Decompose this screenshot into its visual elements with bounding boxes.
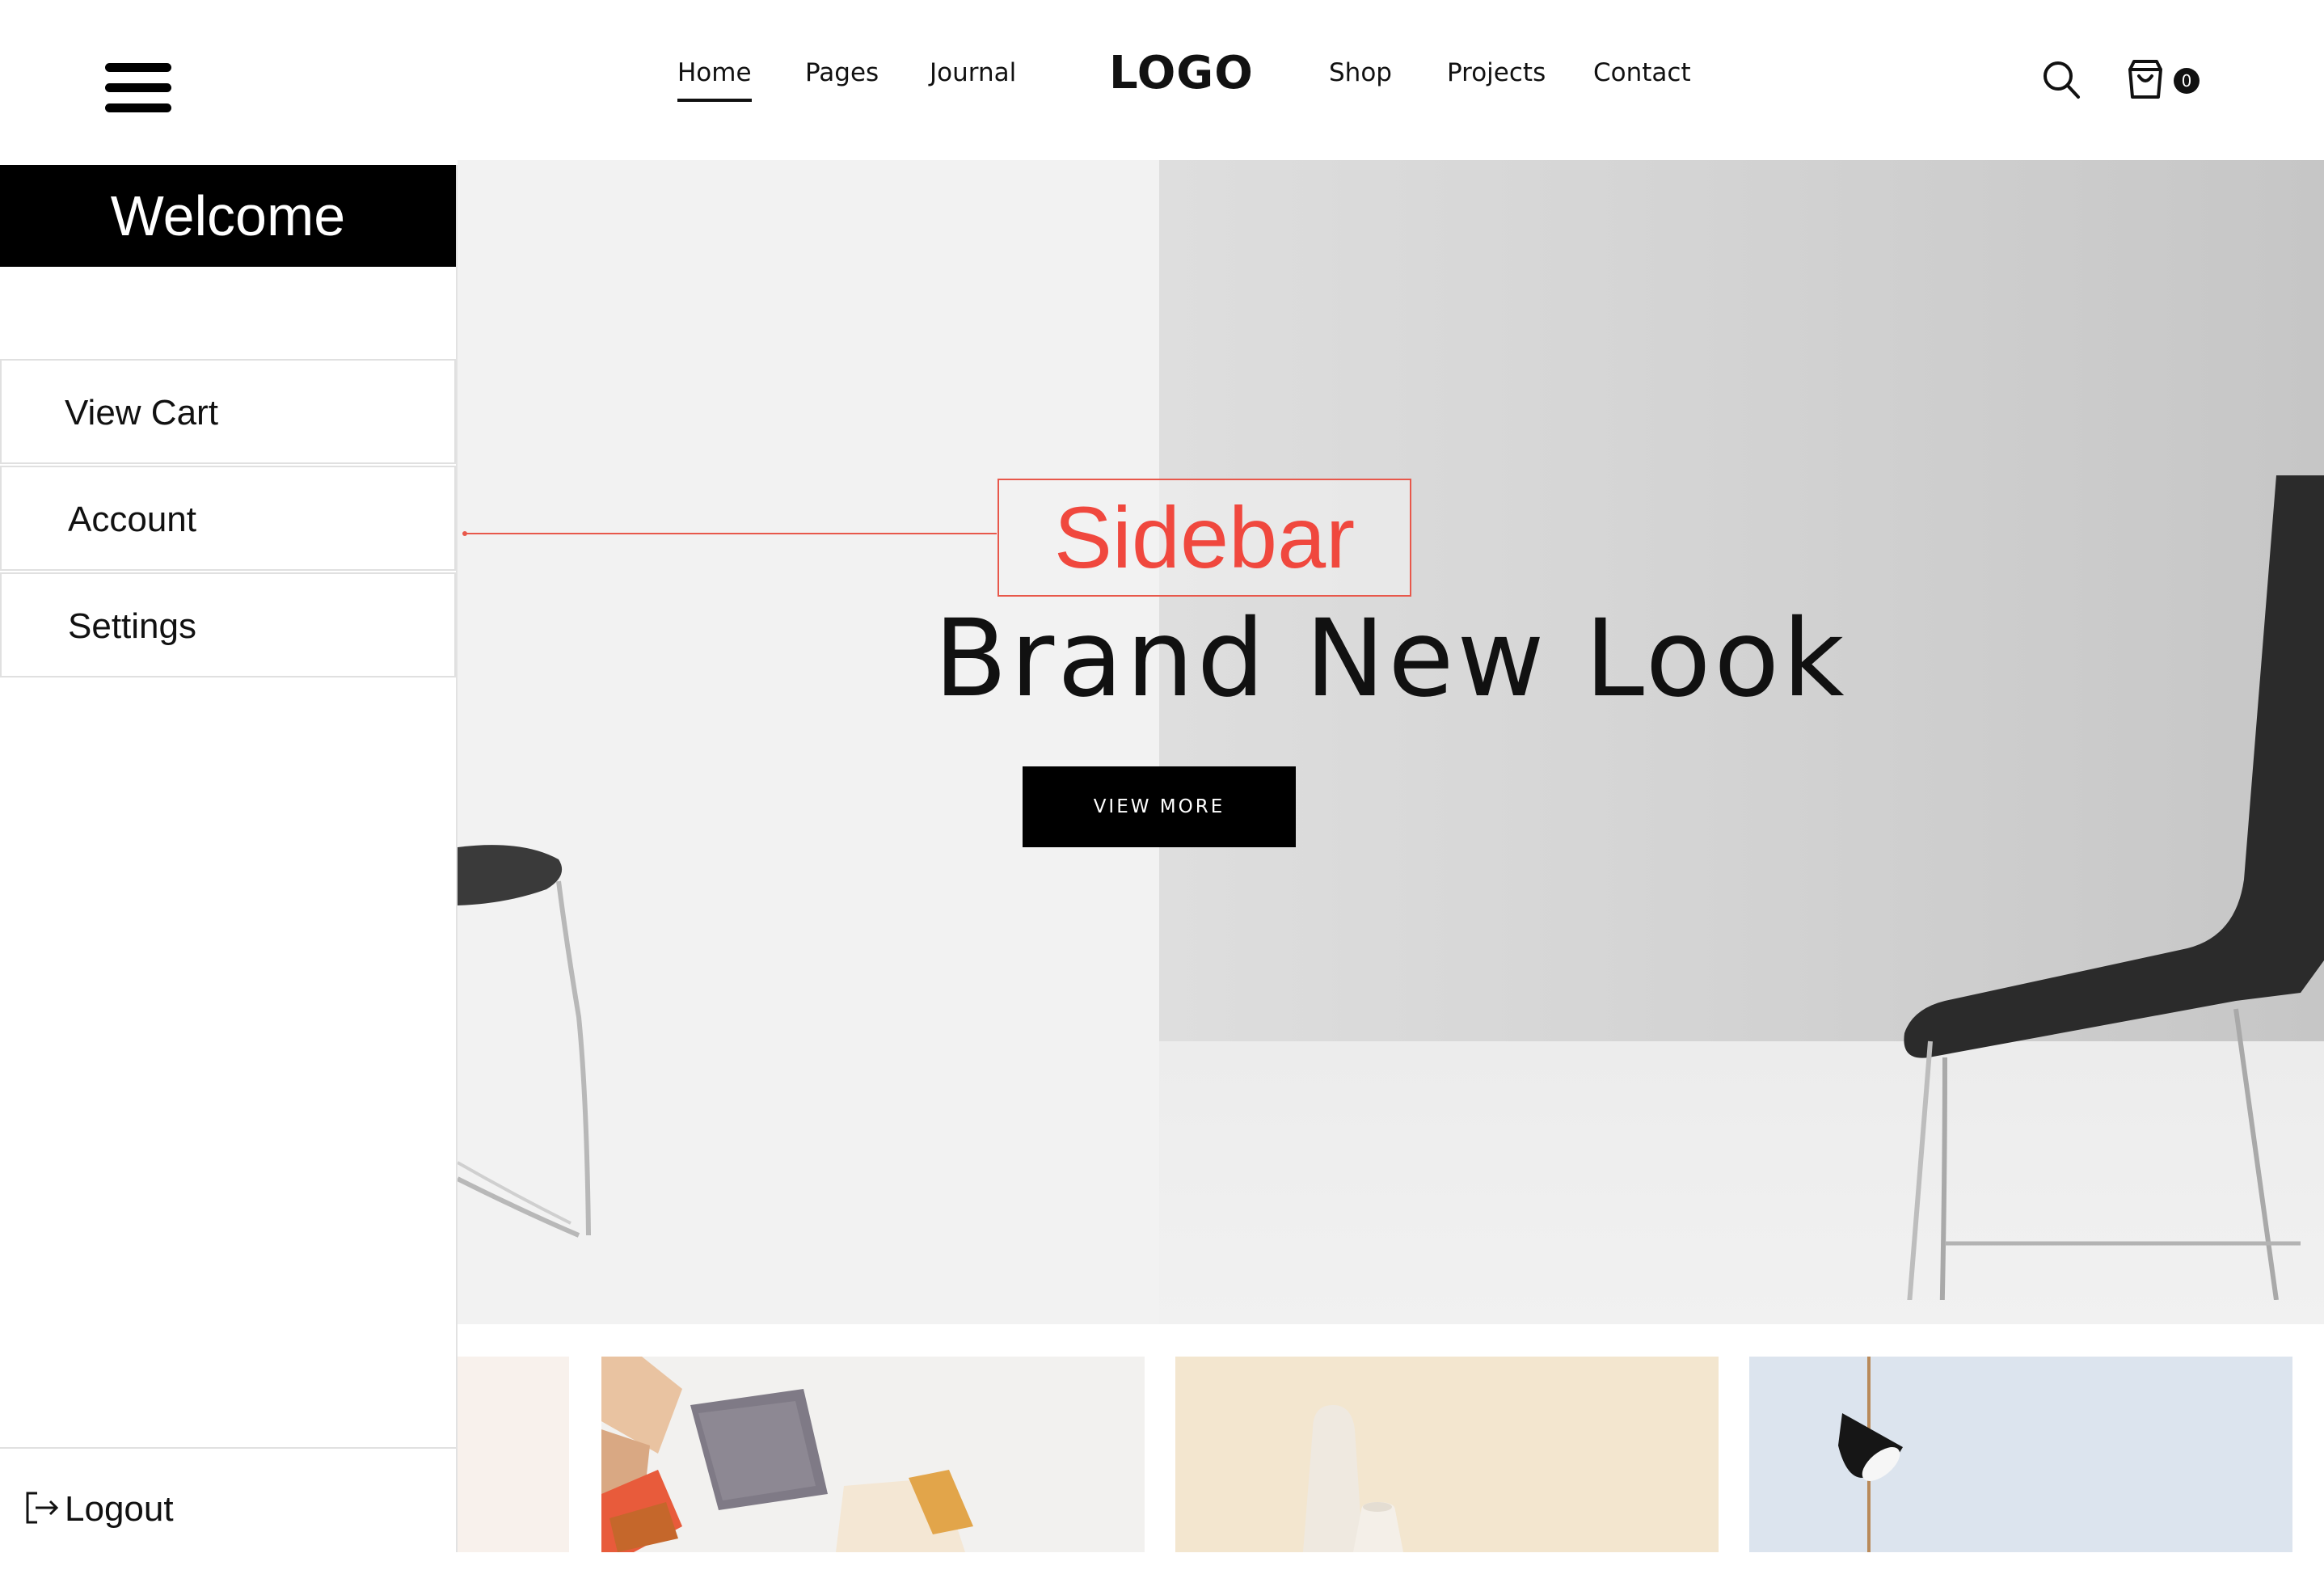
sidebar-item-label: View Cart (65, 393, 218, 433)
nav-projects[interactable]: Projects (1447, 58, 1546, 87)
shopping-bag-icon[interactable] (2126, 58, 2165, 104)
site-logo[interactable]: LOGO (1109, 47, 1254, 99)
search-icon[interactable] (2042, 60, 2081, 104)
lamp-image (1749, 1357, 2292, 1552)
product-card-partial[interactable] (458, 1357, 569, 1552)
sidebar-item-account[interactable]: Account (0, 466, 456, 571)
sidebar-item-label: Settings (68, 606, 196, 646)
hero-banner: Brand New Look VIEW MORE (458, 160, 2324, 1324)
sidebar-item-view-cart[interactable]: View Cart (0, 359, 456, 464)
vases-image (1175, 1357, 1719, 1552)
product-card-vases[interactable] (1175, 1357, 1719, 1552)
nav-home[interactable]: Home (677, 58, 752, 102)
nav-pages[interactable]: Pages (805, 58, 879, 87)
nav-shop[interactable]: Shop (1329, 58, 1392, 87)
view-more-button[interactable]: VIEW MORE (1023, 766, 1296, 847)
sidebar-item-settings[interactable]: Settings (0, 572, 456, 677)
hamburger-menu-icon[interactable] (105, 63, 171, 113)
cart-count-badge: 0 (2174, 68, 2200, 94)
sidebar-welcome-header: Welcome (0, 165, 456, 267)
site-header: Home Pages Journal LOGO Shop Projects Co… (0, 0, 2324, 160)
nav-contact[interactable]: Contact (1593, 58, 1691, 87)
sidebar-annotation-label: Sidebar (998, 479, 1411, 597)
hero-title: Brand New Look (934, 597, 1848, 721)
annotation-dot (462, 531, 467, 536)
nav-journal[interactable]: Journal (930, 58, 1016, 87)
sidebar-panel: Welcome View Cart Account Settings Logou… (0, 165, 458, 1552)
sidebar-item-label: Account (68, 500, 196, 539)
logout-button[interactable]: Logout (0, 1447, 456, 1552)
logout-icon (24, 1491, 60, 1529)
soaps-image (601, 1357, 1145, 1552)
product-card-lamp[interactable] (1749, 1357, 2292, 1552)
chair-illustration-left (458, 845, 591, 1238)
product-card-soaps[interactable] (601, 1357, 1145, 1552)
annotation-line (463, 533, 997, 534)
